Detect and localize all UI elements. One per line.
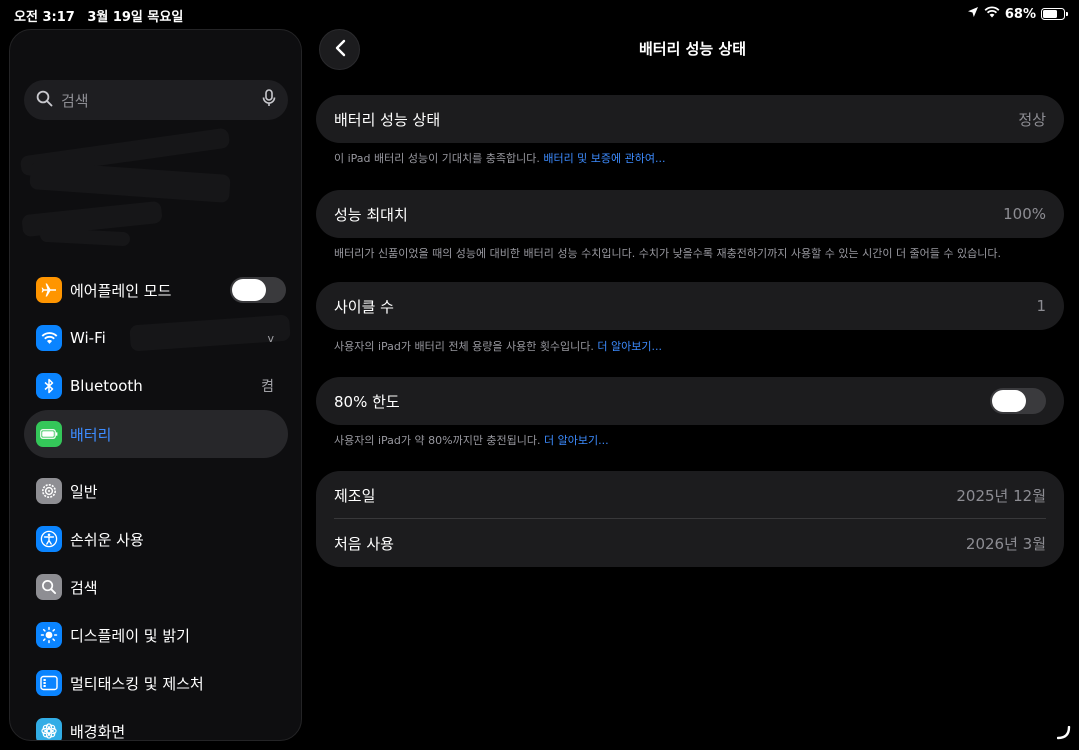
bluetooth-icon (36, 373, 62, 399)
battery-warranty-link[interactable]: 배터리 및 보증에 관하여... (543, 152, 665, 165)
cycle-count-label: 사이클 수 (334, 297, 394, 316)
limit-80-footer: 사용자의 iPad가 약 80%까지만 충전됩니다. 더 알아보기... (334, 432, 609, 448)
manufacture-date-row: 제조일 2025년 12월 (316, 471, 1064, 519)
cycle-count-footer: 사용자의 iPad가 배터리 전체 용량을 사용한 횟수입니다. 더 알아보기.… (334, 338, 662, 354)
sidebar-item-label: 배경화면 (70, 722, 126, 741)
bluetooth-value: 켬 (261, 379, 274, 395)
status-date: 3월 19일 목요일 (87, 10, 184, 25)
manufacture-date-label: 제조일 (334, 486, 376, 505)
sidebar-item-battery[interactable]: 배터리 (24, 410, 288, 458)
limit-80-row: 80% 한도 (316, 377, 1064, 425)
sidebar-item-label: 디스플레이 및 밝기 (70, 626, 190, 645)
max-capacity-label: 성능 최대치 (334, 205, 408, 224)
battery-health-footer: 이 iPad 배터리 성능이 기대치를 충족합니다. 배터리 및 보증에 관하여… (334, 150, 666, 166)
sidebar-item-label: 에어플레인 모드 (70, 281, 172, 300)
search-icon (36, 574, 62, 600)
max-capacity-footer-text: 배터리가 신품이었을 때의 성능에 대비한 배터리 성능 수치입니다. 수치가 … (334, 247, 1002, 260)
wifi-status-icon (984, 6, 1000, 22)
max-capacity-row: 성능 최대치 100% (316, 190, 1064, 238)
sidebar-item-bluetooth[interactable]: Bluetooth 켬 (24, 362, 288, 410)
limit-80-label: 80% 한도 (334, 392, 400, 411)
airplane-mode-toggle[interactable] (230, 277, 286, 303)
battery-health-row: 배터리 성능 상태 정상 (316, 95, 1064, 143)
sidebar-item-label: 일반 (70, 482, 98, 501)
flower-icon (36, 718, 62, 740)
max-capacity-value: 100% (1003, 205, 1046, 223)
cycle-count-card: 사이클 수 1 (316, 282, 1064, 330)
status-time: 오전 3:17 (14, 10, 75, 25)
search-icon (36, 90, 53, 111)
sidebar-item-airplane-mode[interactable]: 에어플레인 모드 (24, 266, 288, 314)
sidebar: 검색 에어플레인 모드 Wi-Fi v Bluetooth 켬 배터리 일반 손… (9, 29, 302, 741)
airplane-icon (36, 277, 62, 303)
sidebar-item-multitasking[interactable]: 멀티태스킹 및 제스처 (24, 659, 288, 707)
sidebar-search[interactable]: 검색 (24, 80, 288, 120)
sun-icon (36, 622, 62, 648)
first-use-row: 처음 사용 2026년 3월 (316, 519, 1064, 567)
cycle-count-value: 1 (1036, 297, 1046, 315)
sidebar-item-label: Wi-Fi (70, 329, 106, 347)
sidebar-item-wifi[interactable]: Wi-Fi v (24, 314, 288, 362)
limit-80-footer-text: 사용자의 iPad가 약 80%까지만 충전됩니다. (334, 434, 541, 447)
sidebar-item-accessibility[interactable]: 손쉬운 사용 (24, 515, 288, 563)
sidebar-item-label: Bluetooth (70, 377, 143, 395)
microphone-icon[interactable] (262, 89, 276, 111)
sidebar-item-general[interactable]: 일반 (24, 467, 288, 515)
sidebar-item-label: 멀티태스킹 및 제스처 (70, 674, 204, 693)
sidebar-item-wallpaper[interactable]: 배경화면 (24, 707, 288, 741)
status-time-date: 오전 3:17 3월 19일 목요일 (14, 6, 183, 25)
cycle-count-footer-text: 사용자의 iPad가 배터리 전체 용량을 사용한 횟수입니다. (334, 340, 594, 353)
sidebar-item-label: 배터리 (70, 425, 112, 444)
battery-health-card: 배터리 성능 상태 정상 (316, 95, 1064, 143)
battery-fill (1043, 10, 1057, 18)
battery-health-footer-text: 이 iPad 배터리 성능이 기대치를 충족합니다. (334, 152, 540, 165)
multitasking-icon (36, 670, 62, 696)
status-indicators: 68% (967, 6, 1068, 22)
corner-gesture-indicator (1056, 725, 1071, 744)
manufacture-date-value: 2025년 12월 (956, 486, 1046, 505)
sidebar-item-display-brightness[interactable]: 디스플레이 및 밝기 (24, 611, 288, 659)
battery-health-value: 정상 (1018, 110, 1046, 129)
limit-80-toggle[interactable] (990, 388, 1046, 414)
page-title: 배터리 성능 상태 (638, 40, 747, 58)
toggle-knob (232, 279, 266, 301)
first-use-label: 처음 사용 (334, 534, 394, 553)
sidebar-item-label: 검색 (70, 578, 98, 597)
toggle-knob (992, 390, 1026, 412)
battery-percent: 68% (1004, 6, 1036, 22)
dates-card: 제조일 2025년 12월 처음 사용 2026년 3월 (316, 471, 1064, 567)
accessibility-icon (36, 526, 62, 552)
cycle-count-row: 사이클 수 1 (316, 282, 1064, 330)
wifi-value: v (267, 331, 274, 345)
battery-icon (36, 421, 62, 447)
sidebar-item-search[interactable]: 검색 (24, 563, 288, 611)
max-capacity-card: 성능 최대치 100% (316, 190, 1064, 238)
location-icon (967, 6, 979, 22)
search-input[interactable]: 검색 (61, 90, 262, 111)
cycle-count-learn-more-link[interactable]: 더 알아보기... (597, 340, 662, 353)
first-use-value: 2026년 3월 (965, 534, 1046, 553)
gear-icon (36, 478, 62, 504)
battery-status-icon (1041, 8, 1068, 20)
sidebar-item-label: 손쉬운 사용 (70, 530, 144, 549)
wifi-icon (36, 325, 62, 351)
limit-80-learn-more-link[interactable]: 더 알아보기... (544, 434, 609, 447)
max-capacity-footer: 배터리가 신품이었을 때의 성능에 대비한 배터리 성능 수치입니다. 수치가 … (334, 245, 1001, 261)
battery-health-label: 배터리 성능 상태 (334, 110, 441, 129)
limit-80-card: 80% 한도 (316, 377, 1064, 425)
status-bar: 오전 3:17 3월 19일 목요일 68% (0, 0, 1079, 28)
